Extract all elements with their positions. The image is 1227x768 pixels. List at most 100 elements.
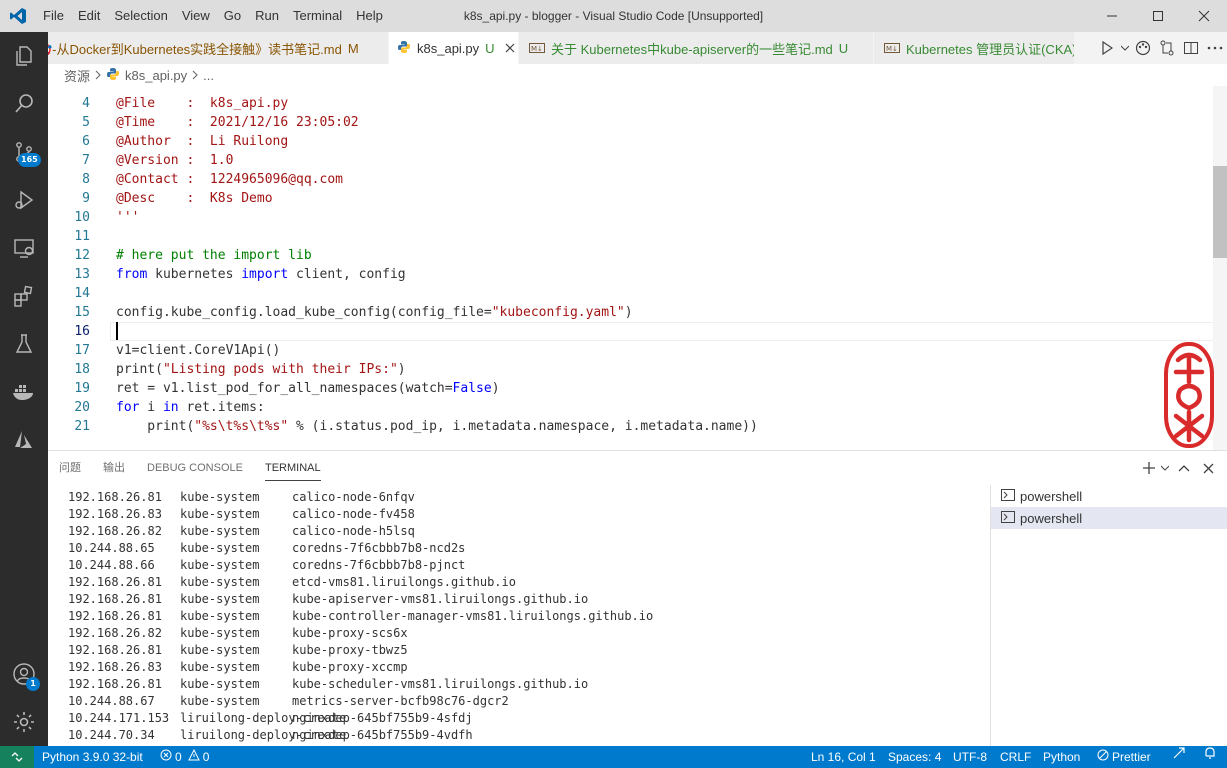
menu-item-edit[interactable]: Edit bbox=[71, 0, 107, 32]
tab-debug-console[interactable]: DEBUG CONSOLE bbox=[136, 451, 254, 485]
tab-problems[interactable]: 问题 bbox=[59, 451, 92, 485]
pod-name: etcd-vms81.liruilongs.github.io bbox=[292, 575, 516, 589]
code-line[interactable]: 16 bbox=[48, 322, 1224, 341]
close-panel-icon[interactable] bbox=[1197, 463, 1219, 474]
language-mode[interactable]: Python bbox=[1043, 746, 1080, 768]
code-line[interactable]: 15 config.kube_config.load_kube_config(co… bbox=[48, 303, 1213, 322]
azure-icon[interactable] bbox=[0, 416, 48, 464]
search-icon[interactable] bbox=[0, 80, 48, 128]
pod-name: coredns-7f6cbbb7b8-ncd2s bbox=[292, 541, 466, 555]
run-file-icon[interactable] bbox=[1095, 41, 1119, 55]
maximize-panel-icon[interactable] bbox=[1173, 464, 1195, 472]
remote-indicator-icon[interactable] bbox=[0, 746, 34, 768]
code-line[interactable]: 4 @File : k8s_api.py bbox=[48, 94, 1213, 113]
python-file-icon bbox=[397, 40, 411, 57]
live-share-icon[interactable] bbox=[1172, 746, 1186, 760]
cursor-position[interactable]: Ln 16, Col 1 bbox=[811, 746, 876, 768]
remote-explorer-icon[interactable] bbox=[0, 224, 48, 272]
extensions-icon[interactable] bbox=[0, 272, 48, 320]
gear-icon[interactable] bbox=[0, 698, 48, 746]
code-text: @Author : Li Ruilong bbox=[116, 134, 289, 149]
minimize-icon[interactable] bbox=[1089, 0, 1135, 32]
breadcrumb: 资源 k8s_api.py ... bbox=[48, 64, 1227, 86]
line-number: 20 bbox=[74, 400, 90, 415]
editor-scrollbar[interactable] bbox=[1213, 86, 1227, 450]
pod-namespace: kube-system bbox=[180, 575, 260, 589]
menu-item-file[interactable]: File bbox=[36, 0, 71, 32]
menu-item-view[interactable]: View bbox=[175, 0, 217, 32]
encoding[interactable]: UTF-8 bbox=[953, 746, 987, 768]
chevron-down-icon[interactable] bbox=[1119, 45, 1131, 51]
explorer-icon[interactable] bbox=[0, 32, 48, 80]
tab-docker-notes[interactable]: 🎯-从Docker到Kubernetes实践全接触》读书笔记.md M bbox=[48, 32, 389, 64]
code-line[interactable]: 5 @Time : 2021/12/16 23:05:02 bbox=[48, 113, 1213, 132]
line-number: 4 bbox=[82, 96, 90, 111]
code-line[interactable]: 14 bbox=[48, 284, 1213, 303]
code-line[interactable]: 20 for i in ret.items: bbox=[48, 398, 1213, 417]
pod-namespace: kube-system bbox=[180, 609, 260, 623]
breadcrumb-file[interactable]: k8s_api.py bbox=[125, 68, 187, 83]
menu-item-terminal[interactable]: Terminal bbox=[286, 0, 349, 32]
code-line[interactable]: 12 # here put the import lib bbox=[48, 246, 1213, 265]
terminal-output[interactable]: 192.168.26.81 kube-system calico-node-6nfq… bbox=[68, 489, 988, 747]
close-tab-icon[interactable] bbox=[505, 41, 515, 56]
indentation[interactable]: Spaces: 4 bbox=[888, 746, 941, 768]
pod-namespace: kube-system bbox=[180, 677, 260, 691]
menu-item-run[interactable]: Run bbox=[248, 0, 286, 32]
python-interpreter[interactable]: Python 3.9.0 32-bit bbox=[42, 746, 143, 768]
code-text: ret = v1.list_pod_for_all_namespaces(wat… bbox=[116, 381, 500, 396]
markdown-icon: M↓ bbox=[529, 41, 545, 56]
terminal-row: 192.168.26.81 kube-system calico-node-6nfq… bbox=[68, 489, 988, 506]
testing-icon[interactable] bbox=[0, 320, 48, 368]
new-terminal-icon[interactable] bbox=[1141, 461, 1157, 475]
close-icon[interactable] bbox=[1181, 0, 1227, 32]
breadcrumb-more[interactable]: ... bbox=[203, 68, 214, 83]
pod-ip: 192.168.26.81 bbox=[68, 609, 162, 623]
code-line[interactable]: 17 v1=client.CoreV1Api() bbox=[48, 341, 1213, 360]
current-line-highlight bbox=[110, 322, 1224, 341]
end-of-line[interactable]: CRLF bbox=[1000, 746, 1031, 768]
notifications-icon[interactable] bbox=[1203, 746, 1217, 760]
menu-item-selection[interactable]: Selection bbox=[107, 0, 174, 32]
code-line[interactable]: 18 print("Listing pods with their IPs:") bbox=[48, 360, 1213, 379]
code-line[interactable]: 21 print("%s\t%s\t%s" % (i.status.pod_ip… bbox=[48, 417, 1213, 436]
chevron-down-icon[interactable] bbox=[1159, 465, 1171, 471]
split-editor-icon[interactable] bbox=[1179, 40, 1203, 56]
tab-apiserver-notes[interactable]: M↓ 关于 Kubernetes中kube-apiserver的一些笔记.md … bbox=[519, 32, 874, 64]
source-control-badge: 165 bbox=[18, 153, 41, 167]
run-debug-icon[interactable] bbox=[0, 176, 48, 224]
code-line[interactable]: 19 ret = v1.list_pod_for_all_namespaces(w… bbox=[48, 379, 1213, 398]
code-line[interactable]: 6 @Author : Li Ruilong bbox=[48, 132, 1213, 151]
code-line[interactable]: 9 @Desc : K8s Demo bbox=[48, 189, 1213, 208]
code-line[interactable]: 13 from kubernetes import client, config bbox=[48, 265, 1213, 284]
color-palette-icon[interactable] bbox=[1131, 40, 1155, 56]
code-line[interactable]: 11 bbox=[48, 227, 1213, 246]
bottom-panel: 问题 输出 DEBUG CONSOLE TERMINAL 192.168.26.… bbox=[48, 450, 1227, 747]
code-text: ''' bbox=[116, 210, 140, 225]
docker-icon[interactable] bbox=[0, 368, 48, 416]
pod-ip: 192.168.26.81 bbox=[68, 575, 162, 589]
scrollbar-thumb[interactable] bbox=[1213, 166, 1227, 258]
code-line[interactable]: 10 ''' bbox=[48, 208, 1213, 227]
line-number: 6 bbox=[82, 134, 90, 149]
tab-terminal[interactable]: TERMINAL bbox=[254, 451, 332, 485]
compare-changes-icon[interactable] bbox=[1155, 40, 1179, 56]
menu-item-help[interactable]: Help bbox=[349, 0, 390, 32]
accounts-icon[interactable]: 1 bbox=[0, 650, 48, 698]
menu-item-go[interactable]: Go bbox=[217, 0, 248, 32]
source-control-icon[interactable]: 165 bbox=[0, 128, 48, 176]
terminal-list-item[interactable]: powershell bbox=[991, 485, 1227, 507]
terminal-list-item[interactable]: powershell bbox=[991, 507, 1227, 529]
tab-cka-notes[interactable]: M↓ Kubernetes 管理员认证(CKA)考试笔记 bbox=[874, 32, 1075, 64]
code-line[interactable]: 7 @Version : 1.0 bbox=[48, 151, 1213, 170]
tab-k8s-api[interactable]: k8s_api.py U bbox=[389, 32, 519, 64]
pod-ip: 192.168.26.81 bbox=[68, 677, 162, 691]
prettier-status[interactable]: Prettier bbox=[1097, 746, 1151, 768]
more-actions-icon[interactable] bbox=[1203, 46, 1227, 50]
maximize-icon[interactable] bbox=[1135, 0, 1181, 32]
problems-status[interactable]: 0 0 bbox=[160, 746, 209, 768]
breadcrumb-root[interactable]: 资源 bbox=[64, 66, 90, 85]
code-line[interactable]: 8 @Contact : 1224965096@qq.com bbox=[48, 170, 1213, 189]
tab-output[interactable]: 输出 bbox=[92, 451, 136, 485]
code-editor[interactable]: 4 @File : k8s_api.py 5 @Time : 2021/12/16 2… bbox=[48, 86, 1227, 450]
